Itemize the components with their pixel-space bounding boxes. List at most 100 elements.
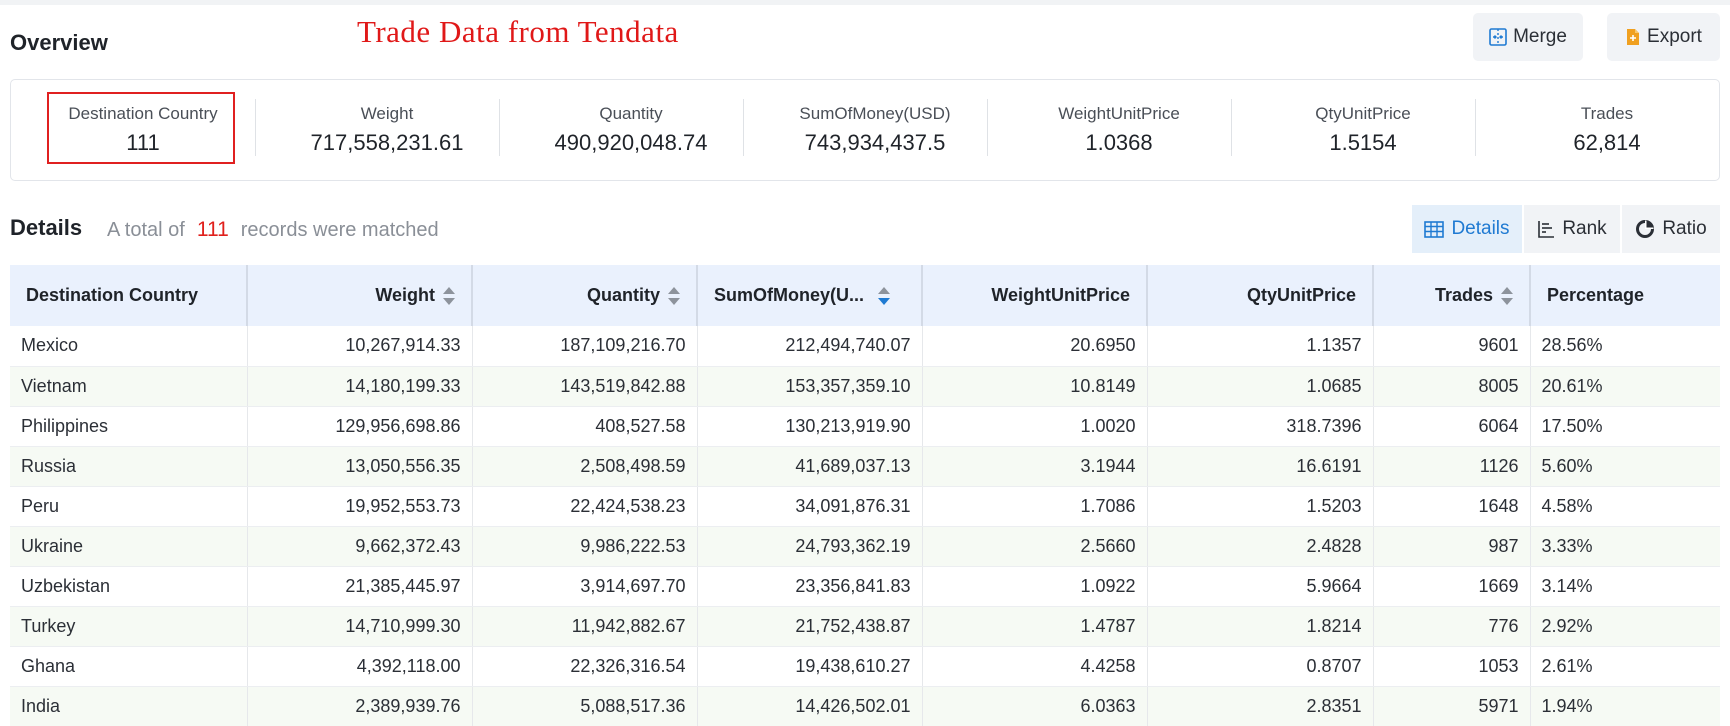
cell-trades: 987 (1373, 526, 1531, 567)
cell-sum-of-money: 21,752,438.87 (697, 606, 923, 647)
cell-quantity: 22,326,316.54 (472, 646, 698, 687)
table-row[interactable]: Russia 13,050,556.35 2,508,498.59 41,689… (10, 446, 1720, 487)
table-row[interactable]: India 2,389,939.76 5,088,517.36 14,426,5… (10, 686, 1720, 726)
column-header-trades[interactable]: Trades (1373, 265, 1531, 326)
pie-icon (1635, 219, 1655, 239)
tab-rank[interactable]: Rank (1522, 205, 1620, 253)
stat-value: 1.0368 (1085, 130, 1153, 155)
rank-icon (1537, 220, 1555, 238)
cell-quantity: 408,527.58 (472, 406, 698, 447)
column-header-destination-country[interactable]: Destination Country (10, 265, 248, 326)
stat-quantity[interactable]: Quantity 490,920,048.74 (509, 80, 753, 180)
cell-percentage: 3.14% (1530, 566, 1720, 607)
column-header-weight[interactable]: Weight (247, 265, 473, 326)
column-header-sum-of-money[interactable]: SumOfMoney(U... (697, 265, 923, 326)
table-row[interactable]: Turkey 14,710,999.30 11,942,882.67 21,75… (10, 606, 1720, 647)
cell-quantity: 3,914,697.70 (472, 566, 698, 607)
table-icon (1424, 220, 1445, 238)
stat-weight[interactable]: Weight 717,558,231.61 (265, 80, 509, 180)
cell-weight: 2,389,939.76 (247, 686, 473, 726)
table-row[interactable]: Mexico 10,267,914.33 187,109,216.70 212,… (10, 326, 1720, 367)
column-header-percentage[interactable]: Percentage (1530, 265, 1720, 326)
stat-trades[interactable]: Trades 62,814 (1485, 80, 1729, 180)
cell-qty-unit-price: 318.7396 (1147, 406, 1374, 447)
cell-weight-unit-price: 1.0020 (922, 406, 1148, 447)
divider (255, 99, 256, 156)
cell-weight-unit-price: 1.0922 (922, 566, 1148, 607)
table-row[interactable]: Ghana 4,392,118.00 22,326,316.54 19,438,… (10, 646, 1720, 687)
cell-percentage: 17.50% (1530, 406, 1720, 447)
table-row[interactable]: Philippines 129,956,698.86 408,527.58 13… (10, 406, 1720, 447)
cell-qty-unit-price: 1.0685 (1147, 366, 1374, 407)
divider (499, 99, 500, 156)
cell-weight: 129,956,698.86 (247, 406, 473, 447)
cell-weight-unit-price: 1.7086 (922, 486, 1148, 527)
cell-country: Ukraine (10, 526, 248, 567)
stat-value: 1.5154 (1329, 130, 1397, 155)
cell-trades: 1126 (1373, 446, 1531, 487)
stat-value: 717,558,231.61 (310, 130, 464, 155)
cell-weight: 10,267,914.33 (247, 326, 473, 367)
tab-details[interactable]: Details (1412, 205, 1522, 253)
details-table: Destination Country Weight Quantity SumO… (10, 265, 1720, 726)
table-row[interactable]: Uzbekistan 21,385,445.97 3,914,697.70 23… (10, 566, 1720, 607)
cell-qty-unit-price: 2.8351 (1147, 686, 1374, 726)
summary-card: Destination Country 111 Weight 717,558,2… (10, 79, 1720, 181)
cell-weight-unit-price: 6.0363 (922, 686, 1148, 726)
cell-qty-unit-price: 0.8707 (1147, 646, 1374, 687)
column-header-qty-unit-price[interactable]: QtyUnitPrice (1147, 265, 1374, 326)
cell-weight: 13,050,556.35 (247, 446, 473, 487)
sort-icon[interactable] (1501, 286, 1513, 306)
top-strip (0, 0, 1730, 5)
sort-icon[interactable] (668, 286, 680, 306)
table-row[interactable]: Vietnam 14,180,199.33 143,519,842.88 153… (10, 366, 1720, 407)
cell-qty-unit-price: 1.5203 (1147, 486, 1374, 527)
stat-label: Quantity (599, 104, 663, 123)
stat-label: WeightUnitPrice (1058, 104, 1180, 123)
cell-country: Turkey (10, 606, 248, 647)
cell-country: Peru (10, 486, 248, 527)
cell-sum-of-money: 34,091,876.31 (697, 486, 923, 527)
stat-label: SumOfMoney(USD) (799, 104, 951, 123)
records-matched-text: A total of 111 records were matched (107, 218, 439, 242)
table-row[interactable]: Peru 19,952,553.73 22,424,538.23 34,091,… (10, 486, 1720, 527)
export-icon (1625, 28, 1641, 46)
export-button[interactable]: Export (1607, 13, 1720, 61)
cell-country: Russia (10, 446, 248, 487)
divider (1231, 99, 1232, 156)
cell-percentage: 5.60% (1530, 446, 1720, 487)
cell-percentage: 4.58% (1530, 486, 1720, 527)
cell-weight-unit-price: 20.6950 (922, 326, 1148, 367)
table-row[interactable]: Ukraine 9,662,372.43 9,986,222.53 24,793… (10, 526, 1720, 567)
cell-weight-unit-price: 1.4787 (922, 606, 1148, 647)
cell-percentage: 20.61% (1530, 366, 1720, 407)
stat-qty-unit-price[interactable]: QtyUnitPrice 1.5154 (1241, 80, 1485, 180)
cell-trades: 1053 (1373, 646, 1531, 687)
cell-quantity: 187,109,216.70 (472, 326, 698, 367)
column-header-quantity[interactable]: Quantity (472, 265, 698, 326)
cell-percentage: 2.92% (1530, 606, 1720, 647)
cell-sum-of-money: 153,357,359.10 (697, 366, 923, 407)
stat-weight-unit-price[interactable]: WeightUnitPrice 1.0368 (997, 80, 1241, 180)
stat-destination-country[interactable]: Destination Country 111 (21, 80, 265, 180)
cell-quantity: 11,942,882.67 (472, 606, 698, 647)
cell-country: Uzbekistan (10, 566, 248, 607)
cell-percentage: 28.56% (1530, 326, 1720, 367)
sort-icon[interactable] (443, 286, 455, 306)
merge-button[interactable]: Merge (1473, 13, 1583, 61)
column-header-weight-unit-price[interactable]: WeightUnitPrice (922, 265, 1148, 326)
cell-quantity: 5,088,517.36 (472, 686, 698, 726)
cell-weight-unit-price: 3.1944 (922, 446, 1148, 487)
sort-desc-icon[interactable] (878, 286, 891, 306)
stat-sum-of-money[interactable]: SumOfMoney(USD) 743,934,437.5 (753, 80, 997, 180)
cell-weight: 19,952,553.73 (247, 486, 473, 527)
cell-weight: 14,180,199.33 (247, 366, 473, 407)
cell-sum-of-money: 24,793,362.19 (697, 526, 923, 567)
cell-trades: 9601 (1373, 326, 1531, 367)
cell-quantity: 2,508,498.59 (472, 446, 698, 487)
tab-ratio[interactable]: Ratio (1620, 205, 1720, 253)
stat-value: 62,814 (1573, 130, 1641, 155)
cell-sum-of-money: 19,438,610.27 (697, 646, 923, 687)
export-label: Export (1647, 26, 1702, 47)
cell-weight: 14,710,999.30 (247, 606, 473, 647)
